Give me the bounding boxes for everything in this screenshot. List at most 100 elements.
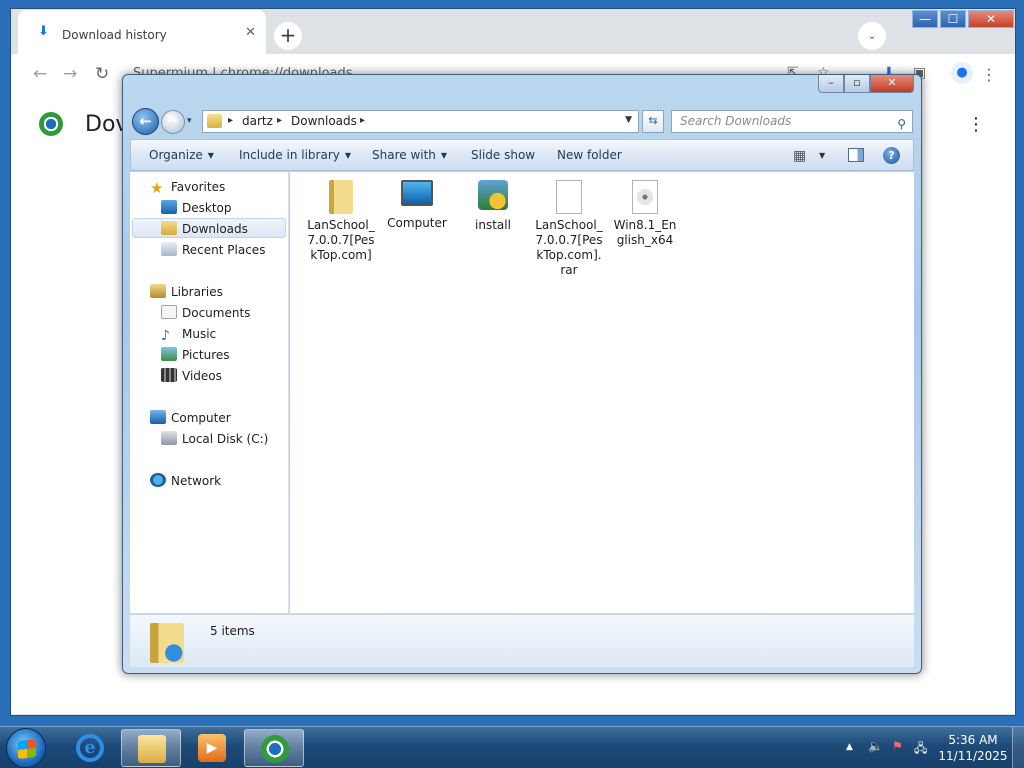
navigation-pane: ★ Favorites Desktop Downloads Recent Plac… [130, 172, 289, 613]
file-item[interactable]: LanSchool_7.0.0.7[PeskTop.com] [306, 180, 376, 263]
forward-button[interactable]: → [63, 64, 77, 84]
taskbar-internet-explorer[interactable]: e [60, 729, 120, 767]
refresh-button[interactable]: ⇆ [642, 110, 664, 133]
include-in-library-button[interactable]: Include in library ▼ [239, 148, 351, 162]
clock-date: 11/11/2025 [938, 749, 1008, 763]
network-status-icon[interactable]: 🖧 [914, 739, 927, 760]
taskbar-media-player[interactable]: ▶ [182, 729, 242, 767]
search-input[interactable]: Search Downloads ⚲ [671, 110, 913, 133]
show-hidden-icons[interactable]: ▲ [846, 742, 853, 752]
organize-button[interactable]: Organize ▼ [149, 148, 214, 162]
tab-title: Download history [62, 28, 167, 42]
file-item[interactable]: Win8.1_English_x64 [610, 180, 680, 248]
minimize-button[interactable]: — [912, 10, 938, 28]
help-icon[interactable]: ? [883, 147, 900, 164]
start-button[interactable] [6, 728, 46, 768]
file-item[interactable]: install [458, 180, 528, 233]
volume-icon[interactable]: 🔈 [868, 739, 883, 753]
view-options-dropdown[interactable]: ▼ [819, 151, 825, 160]
details-pane: 5 items [130, 614, 914, 667]
file-item[interactable]: LanSchool_7.0.0.7[PeskTop.com].rar [534, 180, 604, 278]
breadcrumb-dartz[interactable]: dartz [242, 114, 273, 128]
explorer-back-button[interactable]: ← [132, 108, 159, 135]
file-name: Computer [387, 216, 447, 230]
nav-favorites[interactable]: ★ Favorites [150, 177, 225, 197]
folder-icon [207, 114, 222, 128]
nav-computer[interactable]: Computer [150, 408, 231, 428]
reload-button[interactable]: ↻ [95, 64, 109, 84]
nav-music[interactable]: ♪ Music [161, 324, 216, 344]
windows-logo-icon [18, 739, 36, 759]
nav-downloads[interactable]: Downloads [132, 218, 286, 238]
address-bar[interactable]: ▸ dartz ▸ Downloads ▸ ▼ [202, 110, 639, 133]
download-icon: ⬇ [38, 24, 49, 39]
explorer-window: – ▫ ✕ ← → ▾ ▸ dartz ▸ Downloads ▸ ▼ ⇆ Se… [122, 74, 922, 674]
breadcrumb-separator[interactable]: ▸ [360, 115, 365, 126]
installer-icon [478, 180, 508, 210]
libraries-icon [150, 284, 166, 298]
nav-recent-places[interactable]: Recent Places [161, 240, 265, 260]
file-item[interactable]: Computer [382, 180, 452, 231]
explorer-minimize-button[interactable]: – [818, 75, 844, 93]
chrome-menu-icon[interactable]: ⋮ [981, 65, 997, 84]
show-desktop-button[interactable] [1012, 727, 1024, 768]
taskbar: e ▶ ▲ 🔈 ⚑ 🖧 5:36 AM 11/11/2025 [0, 726, 1024, 768]
downloads-folder-icon [161, 221, 177, 235]
browser-logo-icon [39, 112, 63, 136]
internet-explorer-icon: e [76, 734, 104, 762]
explorer-forward-button[interactable]: → [161, 110, 185, 134]
nav-videos[interactable]: Videos [161, 366, 222, 386]
breadcrumb-separator[interactable]: ▸ [277, 115, 282, 126]
downloads-more-icon[interactable]: ⋮ [967, 114, 985, 135]
breadcrumb-downloads[interactable]: Downloads [291, 114, 357, 128]
file-name: Win8.1_English_x64 [613, 218, 677, 247]
taskbar-browser[interactable] [244, 729, 304, 767]
tab-close-icon[interactable]: ✕ [245, 25, 256, 40]
profile-avatar[interactable]: ● [951, 62, 973, 84]
nav-network[interactable]: Network [150, 471, 221, 491]
change-view-icon[interactable]: ▦ [793, 148, 806, 164]
nav-local-disk[interactable]: Local Disk (C:) [161, 429, 268, 449]
search-icon[interactable]: ⚲ [897, 114, 906, 135]
explorer-close-button[interactable]: ✕ [870, 75, 914, 93]
nav-desktop[interactable]: Desktop [161, 198, 232, 218]
documents-icon [161, 305, 177, 319]
new-folder-button[interactable]: New folder [557, 148, 622, 162]
close-button[interactable]: ✕ [968, 10, 1014, 28]
zip-folder-icon [329, 180, 353, 214]
recent-places-icon [161, 242, 177, 256]
maximize-button[interactable]: ☐ [940, 10, 966, 28]
disc-image-icon [632, 180, 658, 214]
back-button[interactable]: ← [33, 64, 47, 84]
file-name: install [475, 218, 511, 232]
item-count: 5 items [210, 624, 255, 638]
explorer-maximize-button[interactable]: ▫ [844, 75, 870, 93]
local-disk-icon [161, 431, 177, 445]
network-icon [150, 473, 166, 487]
search-placeholder: Search Downloads [680, 114, 792, 128]
slide-show-button[interactable]: Slide show [471, 148, 535, 162]
nav-documents[interactable]: Documents [161, 303, 250, 323]
recent-pages-dropdown[interactable]: ▾ [187, 116, 192, 126]
media-player-icon: ▶ [198, 734, 226, 762]
action-center-flag-icon[interactable]: ⚑ [892, 739, 903, 753]
breadcrumb-separator[interactable]: ▸ [228, 115, 233, 126]
share-with-button[interactable]: Share with ▼ [372, 148, 447, 162]
clock-time: 5:36 AM [948, 733, 998, 747]
file-list: LanSchool_7.0.0.7[PeskTop.com] Computer … [290, 172, 914, 613]
explorer-window-controls: – ▫ ✕ [818, 75, 914, 93]
videos-icon [161, 368, 177, 382]
chrome-window-controls: — ☐ ✕ [910, 10, 1014, 28]
nav-libraries[interactable]: Libraries [150, 282, 223, 302]
preview-pane-icon[interactable] [848, 148, 864, 162]
taskbar-windows-explorer[interactable] [121, 729, 181, 767]
new-tab-button[interactable]: + [274, 22, 302, 50]
pictures-icon [161, 347, 177, 361]
nav-pictures[interactable]: Pictures [161, 345, 230, 365]
downloads-folder-icon [150, 623, 184, 663]
system-clock[interactable]: 5:36 AM 11/11/2025 [938, 732, 1008, 764]
computer-shortcut-icon [401, 180, 433, 206]
tab-download-history[interactable]: ⬇ Download history ✕ [18, 10, 266, 54]
tab-search-button[interactable]: ⌄ [858, 22, 886, 50]
address-dropdown-icon[interactable]: ▼ [625, 115, 632, 125]
